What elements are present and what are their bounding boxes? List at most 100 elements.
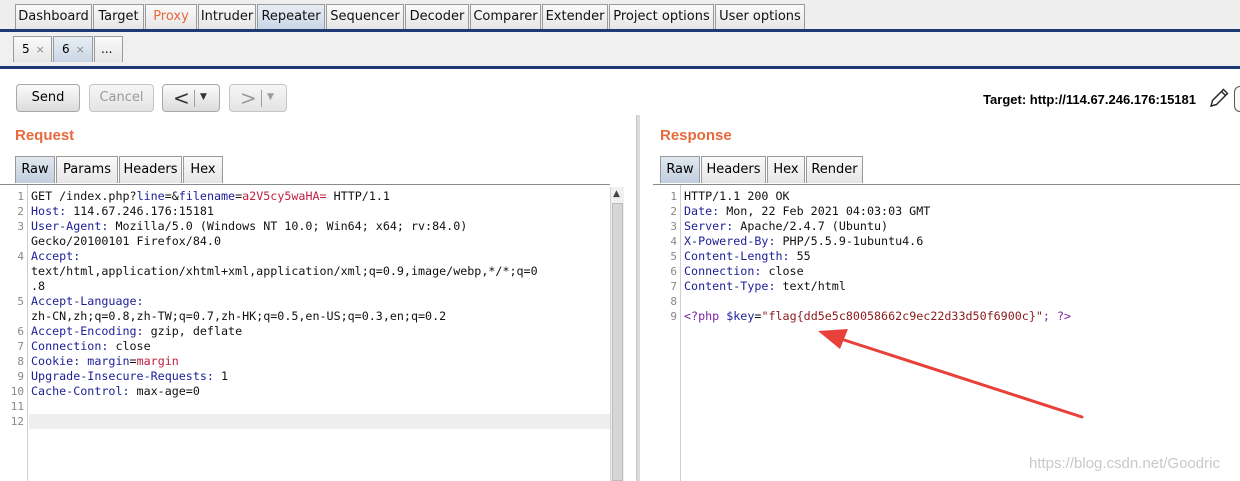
header-line: Content-Type: text/html xyxy=(684,279,846,294)
header-value: max-age=0 xyxy=(129,384,200,398)
param-sep: =& xyxy=(164,189,179,203)
line-number: 6 xyxy=(17,325,24,338)
line-number: 2 xyxy=(17,205,24,218)
dropdown-arrow-icon[interactable]: ▼ xyxy=(267,92,274,102)
tab-intruder[interactable]: Intruder xyxy=(198,4,256,29)
tab-comparer[interactable]: Comparer xyxy=(470,4,541,29)
response-editor[interactable]: 1 2 3 4 5 6 7 8 9 HTTP/1.1 200 OK Date: … xyxy=(653,184,1240,481)
response-tab-headers[interactable]: Headers xyxy=(701,156,766,183)
request-scrollbar[interactable]: ▲ xyxy=(610,187,624,481)
tab-user-options[interactable]: User options xyxy=(715,4,805,29)
header-name: Cache-Control: xyxy=(31,384,130,398)
response-tab-render[interactable]: Render xyxy=(806,156,863,183)
close-icon[interactable]: × xyxy=(36,43,45,56)
tab-project-options[interactable]: Project options xyxy=(609,4,714,29)
line-number: 2 xyxy=(670,205,677,218)
header-name: Cookie: xyxy=(31,354,81,368)
header-value: Apache/2.4.7 (Ubuntu) xyxy=(733,219,889,233)
back-button[interactable]: < ▼ xyxy=(162,84,220,112)
header-value: PHP/5.5.9-1ubuntu4.6 xyxy=(775,234,924,248)
repeater-tab-label: 6 xyxy=(62,42,70,56)
tab-extender[interactable]: Extender xyxy=(542,4,608,29)
tab-repeater[interactable]: Repeater xyxy=(257,4,325,29)
send-button[interactable]: Send xyxy=(16,84,80,112)
status-line: HTTP/1.1 200 OK xyxy=(684,189,790,203)
tab-target[interactable]: Target xyxy=(93,4,144,29)
header-value: 1 xyxy=(213,369,229,383)
header-value: close xyxy=(761,264,804,278)
request-tab-headers[interactable]: Headers xyxy=(119,156,182,183)
header-line: Cookie: margin=margin xyxy=(31,354,179,369)
response-tab-hex[interactable]: Hex xyxy=(767,156,805,183)
watermark: https://blog.csdn.net/Goodric xyxy=(1029,455,1220,472)
header-line: Server: Apache/2.4.7 (Ubuntu) xyxy=(684,219,888,234)
header-value: 55 xyxy=(789,249,811,263)
request-method: GET /index.php? xyxy=(31,189,137,203)
scroll-up-icon[interactable]: ▲ xyxy=(613,189,620,199)
close-icon[interactable]: × xyxy=(76,43,85,56)
request-line: GET /index.php?line=&filename=a2V5cy5waH… xyxy=(31,189,390,204)
current-line-highlight xyxy=(29,414,610,429)
header-name: Host: xyxy=(31,204,67,218)
header-name: Connection: xyxy=(684,264,762,278)
header-value: close xyxy=(108,339,151,353)
tab-sequencer[interactable]: Sequencer xyxy=(326,4,404,29)
header-value: 114.67.246.176:15181 xyxy=(66,204,214,218)
header-line: Accept: xyxy=(31,249,80,264)
line-number: 5 xyxy=(17,295,24,308)
line-number: 11 xyxy=(10,400,24,413)
chevron-left-icon: < xyxy=(173,86,190,110)
line-number: 4 xyxy=(670,235,677,248)
response-body-line: <?php $key="flag{dd5e5c80058662c9ec22d33… xyxy=(684,309,1071,324)
line-number: 7 xyxy=(17,340,24,353)
divider xyxy=(194,90,195,107)
tab-proxy[interactable]: Proxy xyxy=(145,4,197,29)
header-line: User-Agent: Mozilla/5.0 (Windows NT 10.0… xyxy=(31,219,467,234)
response-tab-raw[interactable]: Raw xyxy=(660,156,700,183)
pencil-icon[interactable] xyxy=(1207,86,1231,110)
request-title: Request xyxy=(15,127,75,144)
line-number: 10 xyxy=(10,385,24,398)
request-tab-raw[interactable]: Raw xyxy=(15,156,55,183)
php-close-tag: ; ?> xyxy=(1042,309,1072,323)
help-icon[interactable] xyxy=(1234,86,1240,112)
header-name: Date: xyxy=(684,204,720,218)
header-name: Connection: xyxy=(31,339,109,353)
header-name: Upgrade-Insecure-Requests: xyxy=(31,369,214,383)
repeater-tab-bar: 5 × 6 × ... xyxy=(0,32,1240,68)
php-open-tag: <?php xyxy=(684,309,727,323)
header-line: Upgrade-Insecure-Requests: 1 xyxy=(31,369,228,384)
cookie-sep: = xyxy=(129,354,137,368)
header-value: Mozilla/5.0 (Windows NT 10.0; Win64; x64… xyxy=(108,219,468,233)
line-number: 3 xyxy=(17,220,24,233)
header-name: Accept-Language: xyxy=(31,294,144,308)
repeater-tab-5[interactable]: 5 × xyxy=(13,36,52,62)
line-number: 9 xyxy=(17,370,24,383)
forward-button[interactable]: > ▼ xyxy=(229,84,287,112)
header-continuation: zh-CN,zh;q=0.8,zh-TW;q=0.7,zh-HK;q=0.5,e… xyxy=(31,309,447,323)
request-tab-hex[interactable]: Hex xyxy=(183,156,223,183)
repeater-tab-6[interactable]: 6 × xyxy=(53,36,93,62)
header-continuation: .8 xyxy=(31,279,46,293)
dropdown-arrow-icon[interactable]: ▼ xyxy=(200,92,207,102)
tab-dashboard[interactable]: Dashboard xyxy=(15,4,92,29)
main-tab-bar: Dashboard Target Proxy Intruder Repeater… xyxy=(0,0,1240,31)
line-number: 1 xyxy=(670,190,677,203)
line-number: 9 xyxy=(670,310,677,323)
split-pane-divider[interactable] xyxy=(636,115,640,481)
new-tab-button[interactable]: ... xyxy=(94,36,123,62)
header-line: Accept-Language: xyxy=(31,294,144,309)
scrollbar-thumb[interactable] xyxy=(612,203,623,481)
request-editor[interactable]: 1 2 3 4 5 6 7 8 9 10 11 12 GET /index.ph… xyxy=(0,184,610,481)
chevron-right-icon: > xyxy=(240,86,257,110)
line-number: 3 xyxy=(670,220,677,233)
line-number: 12 xyxy=(10,415,24,428)
header-name: User-Agent: xyxy=(31,219,109,233)
header-continuation: Gecko/20100101 Firefox/84.0 xyxy=(31,234,221,248)
line-number-gutter: 1 2 3 4 5 6 7 8 9 10 11 12 xyxy=(0,185,28,481)
param-name: filename xyxy=(178,189,236,203)
cancel-button[interactable]: Cancel xyxy=(89,84,154,112)
repeater-tab-label: 5 xyxy=(22,42,30,56)
request-tab-params[interactable]: Params xyxy=(56,156,118,183)
tab-decoder[interactable]: Decoder xyxy=(405,4,469,29)
